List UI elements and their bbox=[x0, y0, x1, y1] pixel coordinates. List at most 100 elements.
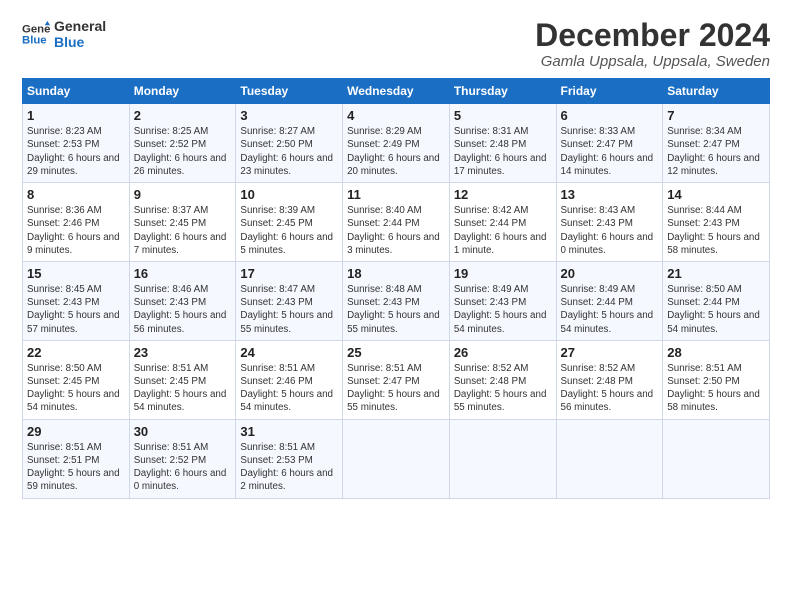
sunrise-label: Sunrise: 8:37 AM bbox=[134, 205, 209, 216]
header-day-monday: Monday bbox=[129, 79, 236, 104]
day-number: 15 bbox=[27, 266, 125, 281]
calendar-cell: 31 Sunrise: 8:51 AM Sunset: 2:53 PM Dayl… bbox=[236, 419, 343, 498]
daylight-label: Daylight: 6 hours and 7 minutes. bbox=[134, 232, 227, 256]
sunrise-label: Sunrise: 8:29 AM bbox=[347, 126, 422, 137]
day-info: Sunrise: 8:49 AM Sunset: 2:43 PM Dayligh… bbox=[454, 283, 552, 336]
sunset-label: Sunset: 2:48 PM bbox=[561, 376, 633, 387]
header-day-saturday: Saturday bbox=[663, 79, 770, 104]
sunrise-label: Sunrise: 8:34 AM bbox=[667, 126, 742, 137]
sunset-label: Sunset: 2:52 PM bbox=[134, 455, 206, 466]
calendar-cell: 30 Sunrise: 8:51 AM Sunset: 2:52 PM Dayl… bbox=[129, 419, 236, 498]
sunrise-label: Sunrise: 8:51 AM bbox=[134, 363, 209, 374]
calendar-cell: 3 Sunrise: 8:27 AM Sunset: 2:50 PM Dayli… bbox=[236, 104, 343, 183]
calendar-cell bbox=[343, 419, 450, 498]
day-number: 10 bbox=[240, 187, 338, 202]
daylight-label: Daylight: 6 hours and 0 minutes. bbox=[561, 232, 654, 256]
sunrise-label: Sunrise: 8:51 AM bbox=[240, 363, 315, 374]
daylight-label: Daylight: 5 hours and 54 minutes. bbox=[454, 310, 547, 334]
calendar-cell: 8 Sunrise: 8:36 AM Sunset: 2:46 PM Dayli… bbox=[23, 183, 130, 262]
day-info: Sunrise: 8:52 AM Sunset: 2:48 PM Dayligh… bbox=[561, 362, 659, 415]
calendar-week-2: 8 Sunrise: 8:36 AM Sunset: 2:46 PM Dayli… bbox=[23, 183, 770, 262]
daylight-label: Daylight: 6 hours and 0 minutes. bbox=[134, 468, 227, 492]
daylight-label: Daylight: 5 hours and 58 minutes. bbox=[667, 232, 760, 256]
calendar-cell: 12 Sunrise: 8:42 AM Sunset: 2:44 PM Dayl… bbox=[449, 183, 556, 262]
sunrise-label: Sunrise: 8:49 AM bbox=[561, 284, 636, 295]
calendar-cell: 23 Sunrise: 8:51 AM Sunset: 2:45 PM Dayl… bbox=[129, 340, 236, 419]
sunrise-label: Sunrise: 8:52 AM bbox=[454, 363, 529, 374]
day-info: Sunrise: 8:50 AM Sunset: 2:44 PM Dayligh… bbox=[667, 283, 765, 336]
day-info: Sunrise: 8:27 AM Sunset: 2:50 PM Dayligh… bbox=[240, 125, 338, 178]
sunrise-label: Sunrise: 8:40 AM bbox=[347, 205, 422, 216]
day-number: 22 bbox=[27, 345, 125, 360]
calendar-cell: 2 Sunrise: 8:25 AM Sunset: 2:52 PM Dayli… bbox=[129, 104, 236, 183]
calendar-cell: 29 Sunrise: 8:51 AM Sunset: 2:51 PM Dayl… bbox=[23, 419, 130, 498]
sunrise-label: Sunrise: 8:43 AM bbox=[561, 205, 636, 216]
sunrise-label: Sunrise: 8:51 AM bbox=[134, 442, 209, 453]
sunset-label: Sunset: 2:43 PM bbox=[134, 297, 206, 308]
day-info: Sunrise: 8:50 AM Sunset: 2:45 PM Dayligh… bbox=[27, 362, 125, 415]
sunrise-label: Sunrise: 8:51 AM bbox=[347, 363, 422, 374]
main-title: December 2024 bbox=[535, 18, 770, 53]
calendar-cell: 25 Sunrise: 8:51 AM Sunset: 2:47 PM Dayl… bbox=[343, 340, 450, 419]
daylight-label: Daylight: 6 hours and 29 minutes. bbox=[27, 153, 120, 177]
sunset-label: Sunset: 2:43 PM bbox=[27, 297, 99, 308]
sunrise-label: Sunrise: 8:44 AM bbox=[667, 205, 742, 216]
sunrise-label: Sunrise: 8:47 AM bbox=[240, 284, 315, 295]
logo-icon: General Blue bbox=[22, 20, 50, 48]
daylight-label: Daylight: 5 hours and 54 minutes. bbox=[667, 310, 760, 334]
calendar-cell: 17 Sunrise: 8:47 AM Sunset: 2:43 PM Dayl… bbox=[236, 261, 343, 340]
day-info: Sunrise: 8:51 AM Sunset: 2:51 PM Dayligh… bbox=[27, 441, 125, 494]
day-number: 31 bbox=[240, 424, 338, 439]
calendar-week-1: 1 Sunrise: 8:23 AM Sunset: 2:53 PM Dayli… bbox=[23, 104, 770, 183]
sunrise-label: Sunrise: 8:50 AM bbox=[27, 363, 102, 374]
sunset-label: Sunset: 2:50 PM bbox=[240, 139, 312, 150]
day-number: 13 bbox=[561, 187, 659, 202]
calendar-cell: 1 Sunrise: 8:23 AM Sunset: 2:53 PM Dayli… bbox=[23, 104, 130, 183]
sunrise-label: Sunrise: 8:51 AM bbox=[667, 363, 742, 374]
sunrise-label: Sunrise: 8:31 AM bbox=[454, 126, 529, 137]
day-info: Sunrise: 8:29 AM Sunset: 2:49 PM Dayligh… bbox=[347, 125, 445, 178]
daylight-label: Daylight: 5 hours and 59 minutes. bbox=[27, 468, 120, 492]
day-number: 4 bbox=[347, 108, 445, 123]
header-day-tuesday: Tuesday bbox=[236, 79, 343, 104]
sunrise-label: Sunrise: 8:42 AM bbox=[454, 205, 529, 216]
sunset-label: Sunset: 2:45 PM bbox=[134, 218, 206, 229]
day-info: Sunrise: 8:34 AM Sunset: 2:47 PM Dayligh… bbox=[667, 125, 765, 178]
day-number: 21 bbox=[667, 266, 765, 281]
calendar-cell: 9 Sunrise: 8:37 AM Sunset: 2:45 PM Dayli… bbox=[129, 183, 236, 262]
sunset-label: Sunset: 2:43 PM bbox=[667, 218, 739, 229]
calendar-cell bbox=[663, 419, 770, 498]
calendar-cell bbox=[449, 419, 556, 498]
day-info: Sunrise: 8:37 AM Sunset: 2:45 PM Dayligh… bbox=[134, 204, 232, 257]
day-info: Sunrise: 8:52 AM Sunset: 2:48 PM Dayligh… bbox=[454, 362, 552, 415]
sunrise-label: Sunrise: 8:33 AM bbox=[561, 126, 636, 137]
sunrise-label: Sunrise: 8:50 AM bbox=[667, 284, 742, 295]
calendar-cell: 26 Sunrise: 8:52 AM Sunset: 2:48 PM Dayl… bbox=[449, 340, 556, 419]
calendar-cell: 18 Sunrise: 8:48 AM Sunset: 2:43 PM Dayl… bbox=[343, 261, 450, 340]
sunset-label: Sunset: 2:44 PM bbox=[667, 297, 739, 308]
day-number: 18 bbox=[347, 266, 445, 281]
day-number: 9 bbox=[134, 187, 232, 202]
header-day-friday: Friday bbox=[556, 79, 663, 104]
daylight-label: Daylight: 5 hours and 55 minutes. bbox=[347, 310, 440, 334]
calendar-week-4: 22 Sunrise: 8:50 AM Sunset: 2:45 PM Dayl… bbox=[23, 340, 770, 419]
sunrise-label: Sunrise: 8:27 AM bbox=[240, 126, 315, 137]
day-number: 27 bbox=[561, 345, 659, 360]
calendar-cell: 13 Sunrise: 8:43 AM Sunset: 2:43 PM Dayl… bbox=[556, 183, 663, 262]
daylight-label: Daylight: 5 hours and 54 minutes. bbox=[240, 389, 333, 413]
day-info: Sunrise: 8:51 AM Sunset: 2:45 PM Dayligh… bbox=[134, 362, 232, 415]
daylight-label: Daylight: 5 hours and 56 minutes. bbox=[134, 310, 227, 334]
day-info: Sunrise: 8:43 AM Sunset: 2:43 PM Dayligh… bbox=[561, 204, 659, 257]
day-number: 25 bbox=[347, 345, 445, 360]
sunset-label: Sunset: 2:46 PM bbox=[27, 218, 99, 229]
daylight-label: Daylight: 5 hours and 55 minutes. bbox=[347, 389, 440, 413]
title-area: December 2024 Gamla Uppsala, Uppsala, Sw… bbox=[535, 18, 770, 70]
day-info: Sunrise: 8:46 AM Sunset: 2:43 PM Dayligh… bbox=[134, 283, 232, 336]
header-day-sunday: Sunday bbox=[23, 79, 130, 104]
day-number: 23 bbox=[134, 345, 232, 360]
calendar-table: SundayMondayTuesdayWednesdayThursdayFrid… bbox=[22, 78, 770, 498]
page: General Blue General Blue December 2024 … bbox=[0, 0, 792, 511]
day-info: Sunrise: 8:33 AM Sunset: 2:47 PM Dayligh… bbox=[561, 125, 659, 178]
logo-blue: Blue bbox=[54, 34, 106, 50]
calendar-cell: 6 Sunrise: 8:33 AM Sunset: 2:47 PM Dayli… bbox=[556, 104, 663, 183]
